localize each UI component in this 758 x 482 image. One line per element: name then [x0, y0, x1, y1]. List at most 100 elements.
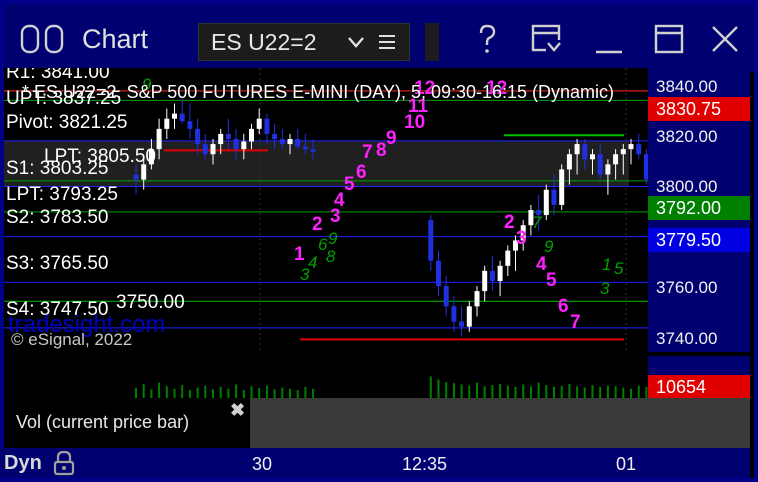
volume-bar [591, 385, 594, 398]
volume-bar [235, 384, 238, 398]
title-bar: Chart ES U22=2 [4, 4, 754, 72]
candle-body [590, 154, 595, 160]
setup-count-label: 10 [404, 112, 425, 133]
volume-tooltip: Vol (current price bar) ✖ [4, 398, 250, 448]
setup-count-label: 7 [362, 142, 373, 163]
chevron-down-icon[interactable] [347, 34, 365, 50]
candle-body [482, 270, 488, 292]
setup-count-label: 7 [570, 312, 581, 333]
pivot-label-s2: S2: 3783.50 [6, 207, 109, 228]
candle-body [187, 121, 193, 129]
time-tick: 30 [252, 454, 273, 474]
candle-body [249, 128, 254, 142]
volume-bar [212, 389, 214, 398]
volume-bar [158, 382, 161, 398]
volume-bar [437, 379, 440, 398]
volume-bar [630, 388, 632, 398]
volume-bar [583, 387, 586, 398]
setup-count-label: 3 [330, 206, 341, 227]
candle-body [505, 250, 511, 266]
close-icon[interactable]: ✖ [230, 400, 245, 421]
price-badge-blue: 3779.50 [648, 228, 750, 252]
volume-bar [258, 388, 261, 398]
layout-dropdown-icon[interactable] [530, 22, 564, 56]
symbol-text[interactable]: ES U22=2 [211, 29, 317, 56]
countdown-label: 9 [544, 237, 554, 256]
pivot-label-s1: S1: 3803.25 [6, 158, 109, 179]
volume-bar [553, 386, 555, 398]
volume-bar [429, 376, 432, 398]
candle-body [264, 118, 270, 134]
maximize-icon[interactable] [652, 22, 686, 56]
pivot-label-lpt-lower: LPT: 3793.25 [6, 184, 118, 205]
candle-body [225, 133, 231, 139]
volume-pane-lower [250, 398, 648, 448]
candle-body [241, 141, 247, 150]
candle-body [164, 118, 170, 129]
setup-count-label: 1 [294, 244, 305, 265]
help-icon[interactable] [470, 22, 504, 56]
countdown-label: 6 [318, 235, 328, 254]
minimize-icon[interactable] [592, 22, 626, 56]
volume-bar [250, 386, 253, 398]
volume-bar [196, 387, 199, 398]
symbol-selector[interactable]: ES U22=2 [198, 23, 410, 61]
candle-body [133, 174, 139, 180]
time-axis[interactable]: Dyn 30 12:35 01 [0, 448, 750, 478]
volume-bar [529, 386, 532, 398]
candle-body [628, 144, 634, 150]
candle-body [436, 260, 441, 287]
price-tick: 3840.00 [656, 77, 718, 96]
volume-bar [491, 385, 494, 398]
volume-tooltip-text: Vol (current price bar) [16, 412, 190, 432]
setup-count-label: 5 [546, 270, 557, 291]
volume-bar [622, 387, 625, 398]
volume-bar [296, 390, 299, 398]
volume-bar [522, 384, 525, 398]
volume-bar [468, 385, 471, 398]
candle-body [574, 144, 580, 155]
candle-body [559, 169, 565, 205]
volume-chart-svg[interactable] [4, 356, 740, 398]
candle-body [218, 133, 224, 145]
pivot-label-upt: UPT: 3837.25 [6, 88, 122, 109]
close-icon[interactable] [708, 22, 742, 56]
volume-bar [545, 385, 548, 398]
candle-body [172, 113, 177, 119]
candle-body [636, 144, 642, 155]
setup-count-label: 9 [386, 128, 397, 149]
volume-bar [142, 384, 145, 398]
candle-body [287, 139, 293, 145]
price-axis[interactable]: 3840.00 3820.00 3800.00 3760.00 3740.00 … [648, 68, 750, 352]
candle-body [202, 144, 208, 155]
countdown-label: 8 [326, 247, 336, 266]
candle-body [497, 265, 503, 281]
menu-icon[interactable] [377, 32, 397, 52]
chart-panes-icon[interactable] [18, 24, 66, 54]
window-title: Chart [82, 24, 149, 54]
volume-bar [460, 384, 463, 398]
volume-bar [599, 386, 602, 398]
candle-body [210, 144, 216, 155]
dynamic-label[interactable]: Dyn [4, 452, 42, 475]
setup-count-label: 8 [376, 140, 387, 161]
price-chart[interactable]: 12 12 11 10 9 8 7 6 5 4 3 2 1 2 3 4 5 6 7 9 9 8 6 4 3 1 9 7 5 3 * ES … [4, 68, 648, 352]
setup-count-label: 6 [356, 162, 367, 183]
price-tick: 3820.00 [656, 127, 718, 146]
candle-body [295, 139, 301, 147]
price-badge-green: 3792.00 [648, 196, 750, 220]
volume-bar [506, 385, 509, 398]
price-tick: 3760.00 [656, 278, 718, 297]
setup-count-label: 2 [504, 212, 515, 233]
candle-body [613, 154, 619, 165]
volume-bar [606, 385, 609, 398]
volume-bar [173, 388, 176, 398]
candle-body [459, 321, 465, 327]
price-tick: 3740.00 [656, 329, 718, 348]
candle-body [451, 306, 457, 322]
candle-body [466, 306, 472, 327]
volume-bar [304, 386, 307, 398]
lock-icon[interactable] [52, 450, 76, 476]
volume-bar [445, 382, 448, 398]
volume-bar [452, 383, 455, 398]
